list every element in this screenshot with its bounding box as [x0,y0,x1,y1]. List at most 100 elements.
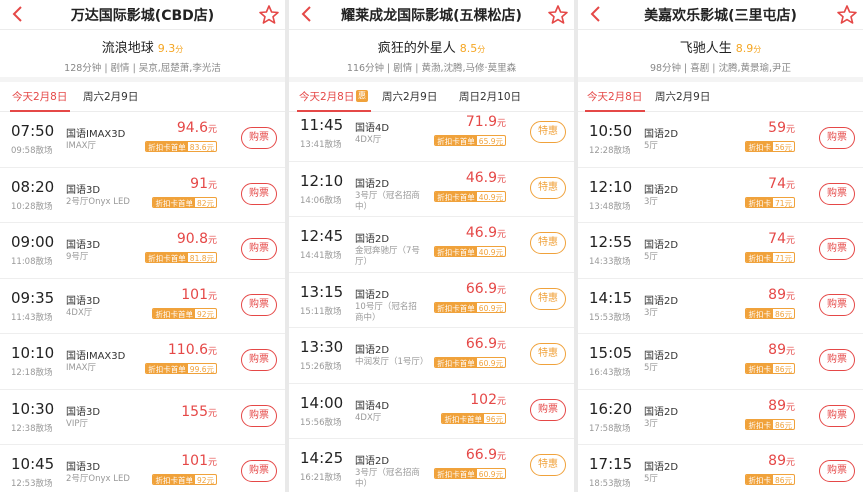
buy-ticket-button[interactable]: 购票 [241,182,277,205]
special-offer-button[interactable]: 特惠 [530,121,566,143]
showtime-row[interactable]: 15:05 16:43散场 国语2D 5厅 89元 折扣卡 86元 购票 [578,334,863,390]
showtime-row[interactable]: 12:45 14:41散场 国语2D 金冠奔驰厅（7号厅） 46.9元 折扣卡首… [289,217,574,273]
buy-ticket-button[interactable]: 购票 [241,293,277,316]
price: 89元 [768,398,795,414]
showtime-row[interactable]: 13:30 15:26散场 国语2D 中润发厅（1号厅） 66.9元 折扣卡首单… [289,328,574,384]
start-time: 12:55 [589,233,633,251]
end-time: 15:56散场 [300,417,342,428]
price-unit: 元 [785,458,795,468]
showtime-row[interactable]: 13:15 15:11散场 国语2D 10号厅（冠名招商中） 66.9元 折扣卡… [289,273,574,328]
price-unit: 元 [207,347,217,357]
start-time: 10:30 [11,399,55,418]
buy-ticket-button[interactable]: 购票 [241,127,277,149]
showtime-row[interactable]: 14:15 15:53散场 国语2D 3厅 89元 折扣卡 86元 购票 [578,279,863,334]
hall-name: VIP厅 [66,418,88,429]
price-unit: 元 [785,180,795,191]
end-time: 12:53散场 [11,479,53,489]
price-value: 66.9 [465,280,497,297]
discount-label: 折扣卡 [746,364,773,374]
showtime-row[interactable]: 17:15 18:53散场 国语2D 5厅 89元 折扣卡 86元 购票 [578,445,863,492]
language-format: 国语2D [644,351,679,362]
price-value: 71.9 [465,114,497,130]
showtime-row[interactable]: 07:50 09:58散场 国语IMAX3D IMAX厅 94.6元 折扣卡首单… [0,112,285,168]
buy-ticket-button[interactable]: 购票 [819,127,855,149]
tab-sunday[interactable]: 周日2月10日 [459,89,521,104]
tab-saturday[interactable]: 周六2月9日 [83,89,138,104]
price-unit: 元 [207,458,217,468]
discount-badge: 折扣卡首单 60.9元 [434,468,506,479]
discount-value: 86元 [774,420,792,430]
movie-title-line: 飞驰人生 8.9分 [578,37,863,56]
price-unit: 元 [207,125,217,135]
showtime-row[interactable]: 09:00 11:08散场 国语3D 9号厅 90.8元 折扣卡首单 81.8元 … [0,223,285,279]
buy-ticket-button[interactable]: 购票 [241,460,277,482]
chevron-left-icon[interactable] [295,2,319,26]
buy-ticket-button[interactable]: 购票 [241,404,277,427]
buy-ticket-button[interactable]: 购票 [241,238,277,260]
showtime-row[interactable]: 09:35 11:43散场 国语3D 4DX厅 101元 折扣卡首单 92元 购票 [0,279,285,334]
movie-meta: 128分钟 | 剧情 | 吴京,屈楚萧,李光洁 [64,63,221,74]
movie-info[interactable]: 疯狂的外星人 8.5分 116分钟 | 剧情 | 黄渤,沈腾,马修·莫里森 [289,30,574,77]
discount-badge: 折扣卡首单 60.9元 [434,301,506,313]
discount-value: 86元 [774,365,792,374]
buy-ticket-button[interactable]: 购票 [819,404,855,427]
showtime-row[interactable]: 10:50 12:28散场 国语2D 5厅 59元 折扣卡 56元 购票 [578,112,863,168]
special-offer-button[interactable]: 特惠 [530,287,566,310]
tab-saturday[interactable]: 周六2月9日 [655,89,710,104]
discount-value: 81.8元 [189,254,214,263]
special-offer-button[interactable]: 特惠 [530,454,566,476]
price-unit: 元 [785,236,795,246]
showtime-row[interactable]: 10:10 12:18散场 国语IMAX3D IMAX厅 110.6元 折扣卡首… [0,334,285,390]
tab-saturday[interactable]: 周六2月9日 [382,89,437,104]
discount-value: 65.9元 [478,137,503,146]
tab-today[interactable]: 今天2月8日 [12,89,67,104]
discount-value: 92元 [196,309,214,319]
price: 90.8元 [177,231,217,247]
buy-ticket-button[interactable]: 购票 [819,238,855,260]
showtime-row[interactable]: 14:00 15:56散场 国语4D 4DX厅 102元 折扣卡首单 96元 购票 [289,384,574,439]
showtime-row[interactable]: 10:45 12:53散场 国语3D 2号厅Onyx LED 101元 折扣卡首… [0,445,285,492]
showtime-row[interactable]: 11:45 13:41散场 国语4D 4DX厅 71.9元 折扣卡首单 65.9元… [289,106,574,162]
score-value: 9.3 [157,42,176,55]
end-time: 15:26散场 [300,362,342,372]
tab-today[interactable]: 今天2月8日 [299,89,354,104]
buy-ticket-button[interactable]: 购票 [819,182,855,205]
special-offer-button[interactable]: 特惠 [530,176,566,199]
price: 94.6元 [177,120,217,136]
discount-label: 折扣卡首单 [442,413,484,424]
chevron-left-icon[interactable] [584,2,608,26]
showtime-row[interactable]: 14:25 16:21散场 国语2D 3号厅（冠名招商中） 66.9元 折扣卡首… [289,439,574,492]
price: 59元 [768,120,795,136]
buy-ticket-button[interactable]: 购票 [819,460,855,482]
price-unit: 元 [207,408,217,419]
start-time: 17:15 [589,455,633,473]
start-time: 16:20 [589,399,633,418]
buy-ticket-button[interactable]: 购票 [819,293,855,316]
discount-value: 60.9元 [478,303,503,313]
buy-ticket-button[interactable]: 购票 [819,349,855,371]
movie-info[interactable]: 飞驰人生 8.9分 98分钟 | 喜剧 | 沈腾,黄景瑜,尹正 [578,30,863,77]
showtime-row[interactable]: 10:30 12:38散场 国语3D VIP厅 155元 购票 [0,390,285,445]
showtime-row[interactable]: 16:20 17:58散场 国语2D 3厅 89元 折扣卡 86元 购票 [578,390,863,445]
chevron-left-icon[interactable] [6,2,30,26]
showtime-row[interactable]: 12:10 13:48散场 国语2D 3厅 74元 折扣卡 71元 购票 [578,168,863,223]
tab-today[interactable]: 今天2月8日 [587,89,642,104]
start-time: 10:45 [11,455,55,473]
discount-value: 60.9元 [478,470,503,479]
movie-info[interactable]: 流浪地球 9.3分 128分钟 | 剧情 | 吴京,屈楚萧,李光洁 [0,30,285,77]
special-offer-button[interactable]: 特惠 [530,343,566,365]
showtime-row[interactable]: 12:55 14:33散场 国语2D 5厅 74元 折扣卡 71元 购票 [578,223,863,279]
star-outline-icon[interactable] [257,3,281,27]
star-outline-icon[interactable] [835,3,859,27]
showtime-row[interactable]: 08:20 10:28散场 国语3D 2号厅Onyx LED 91元 折扣卡首单… [0,168,285,223]
special-offer-button[interactable]: 特惠 [530,232,566,254]
price-unit: 元 [496,119,506,129]
star-outline-icon[interactable] [546,3,570,27]
buy-ticket-button[interactable]: 购票 [241,349,277,371]
price: 91元 [190,176,217,192]
showtime-row[interactable]: 12:10 14:06散场 国语2D 3号厅（冠名招商中） 46.9元 折扣卡首… [289,162,574,217]
discount-badge: 折扣卡首单 92元 [152,474,217,485]
price-value: 155 [181,403,208,420]
buy-ticket-button[interactable]: 购票 [530,398,566,421]
language-format: 国语2D [355,234,390,245]
